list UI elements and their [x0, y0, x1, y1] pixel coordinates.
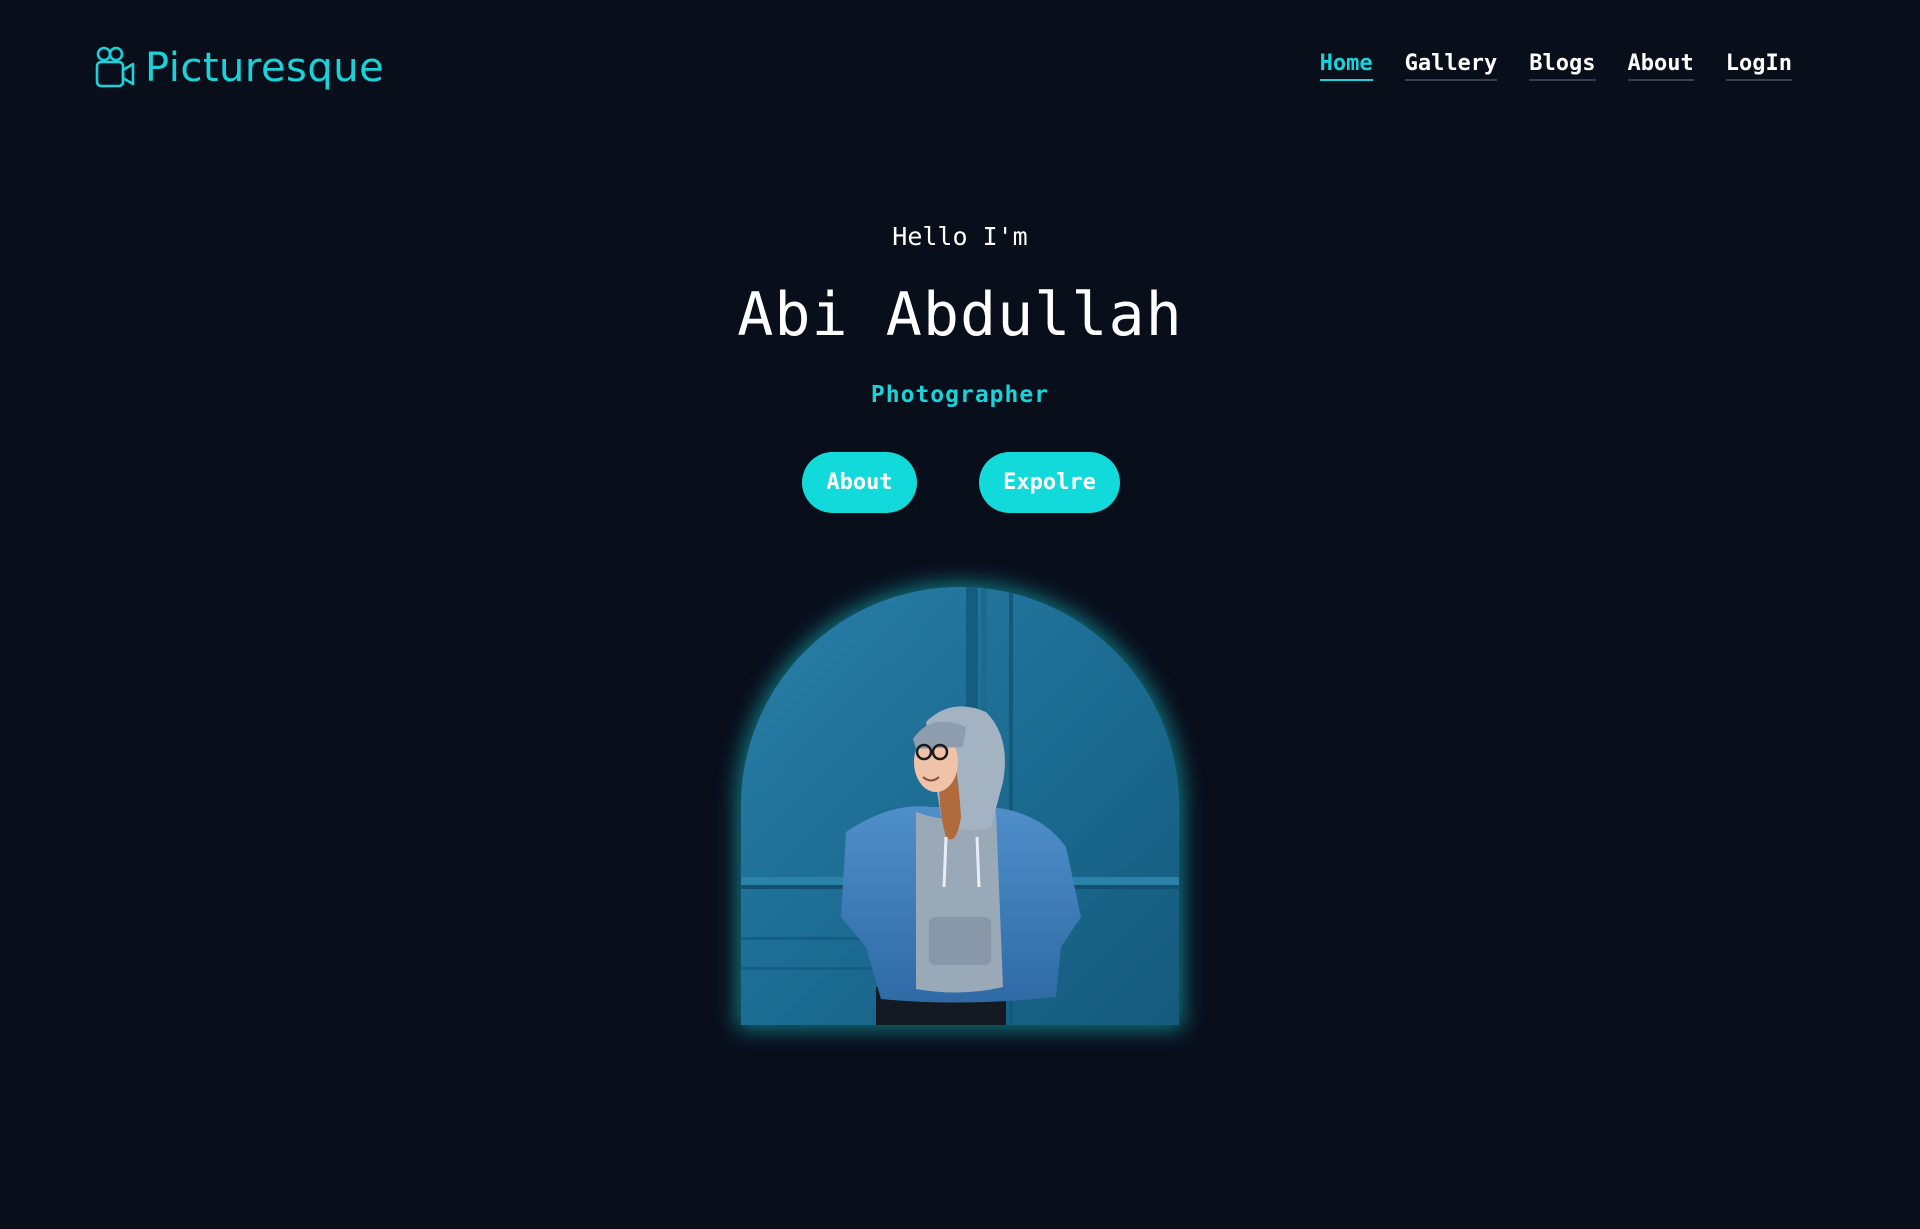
- brand-name: Picturesque: [145, 45, 385, 91]
- main-nav: Home Gallery Blogs About LogIn: [1319, 50, 1792, 81]
- hero-role: Photographer: [870, 382, 1050, 408]
- navbar: Picturesque Home Gallery Blogs About Log…: [0, 0, 1920, 135]
- nav-link-gallery[interactable]: Gallery: [1404, 50, 1498, 81]
- video-camera-icon: [95, 46, 135, 90]
- brand-logo-link[interactable]: Picturesque: [95, 44, 384, 92]
- nav-link-home[interactable]: Home: [1319, 50, 1373, 81]
- nav-link-about[interactable]: About: [1627, 50, 1694, 81]
- hero-name: Abi Abdullah: [737, 280, 1183, 350]
- nav-link-login[interactable]: LogIn: [1725, 50, 1792, 81]
- explore-button[interactable]: Expolre: [979, 452, 1120, 513]
- hero-greeting: Hello I'm: [892, 222, 1028, 251]
- portrait-photo: [741, 587, 1179, 1025]
- nav-link-blogs[interactable]: Blogs: [1529, 50, 1596, 81]
- about-button[interactable]: About: [802, 452, 917, 513]
